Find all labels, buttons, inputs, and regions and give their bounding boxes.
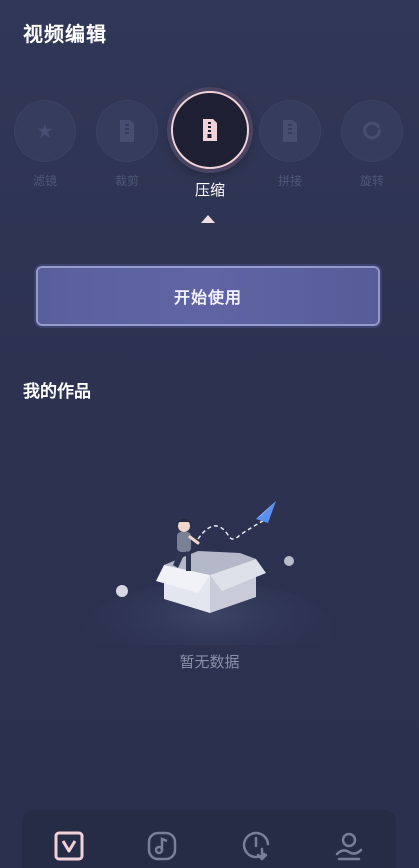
compress-zip-icon (203, 119, 217, 141)
profile-tab-icon (336, 832, 363, 861)
filter-star-icon (37, 123, 53, 138)
tool-splice[interactable]: 拼接 (259, 100, 321, 189)
video-edit-screen: 视频编辑 滤镜 裁剪 压缩 拼接 旋转 开始使用 我的作品 暂无数据 (0, 0, 419, 868)
tool-rotate[interactable]: 旋转 (341, 100, 403, 189)
nav-music[interactable] (140, 830, 184, 862)
active-tool-indicator (201, 215, 215, 223)
start-button-label: 开始使用 (173, 288, 242, 307)
tool-label-splice: 拼接 (277, 174, 302, 188)
my-works-title: 我的作品 (23, 382, 91, 402)
bottom-nav (22, 810, 396, 868)
crop-file-icon (120, 120, 134, 142)
empty-box-illustration (85, 501, 335, 645)
music-tab-icon (148, 831, 177, 861)
page-title: 视频编辑 (23, 22, 107, 46)
tool-filter[interactable]: 滤镜 (14, 100, 76, 189)
rotate-button[interactable] (341, 100, 403, 162)
nav-download[interactable] (234, 830, 278, 862)
tool-label-filter: 滤镜 (32, 174, 57, 188)
tool-compress[interactable]: 压缩 (171, 91, 249, 200)
nav-video-edit[interactable] (47, 830, 91, 862)
nav-profile[interactable] (327, 830, 371, 862)
rotate-icon (363, 121, 381, 140)
splice-file-icon (283, 120, 297, 142)
video-edit-tab-icon (54, 831, 84, 861)
compress-button[interactable] (171, 91, 249, 169)
tool-label-compress: 压缩 (194, 181, 225, 199)
download-tab-icon (242, 831, 269, 861)
filter-button[interactable] (14, 100, 76, 162)
empty-state-text: 暂无数据 (179, 653, 240, 671)
crop-button[interactable] (96, 100, 158, 162)
tool-label-crop: 裁剪 (114, 174, 139, 188)
start-button[interactable]: 开始使用 (34, 264, 382, 328)
splice-button[interactable] (259, 100, 321, 162)
tool-label-rotate: 旋转 (359, 174, 384, 188)
tool-crop[interactable]: 裁剪 (96, 100, 158, 189)
